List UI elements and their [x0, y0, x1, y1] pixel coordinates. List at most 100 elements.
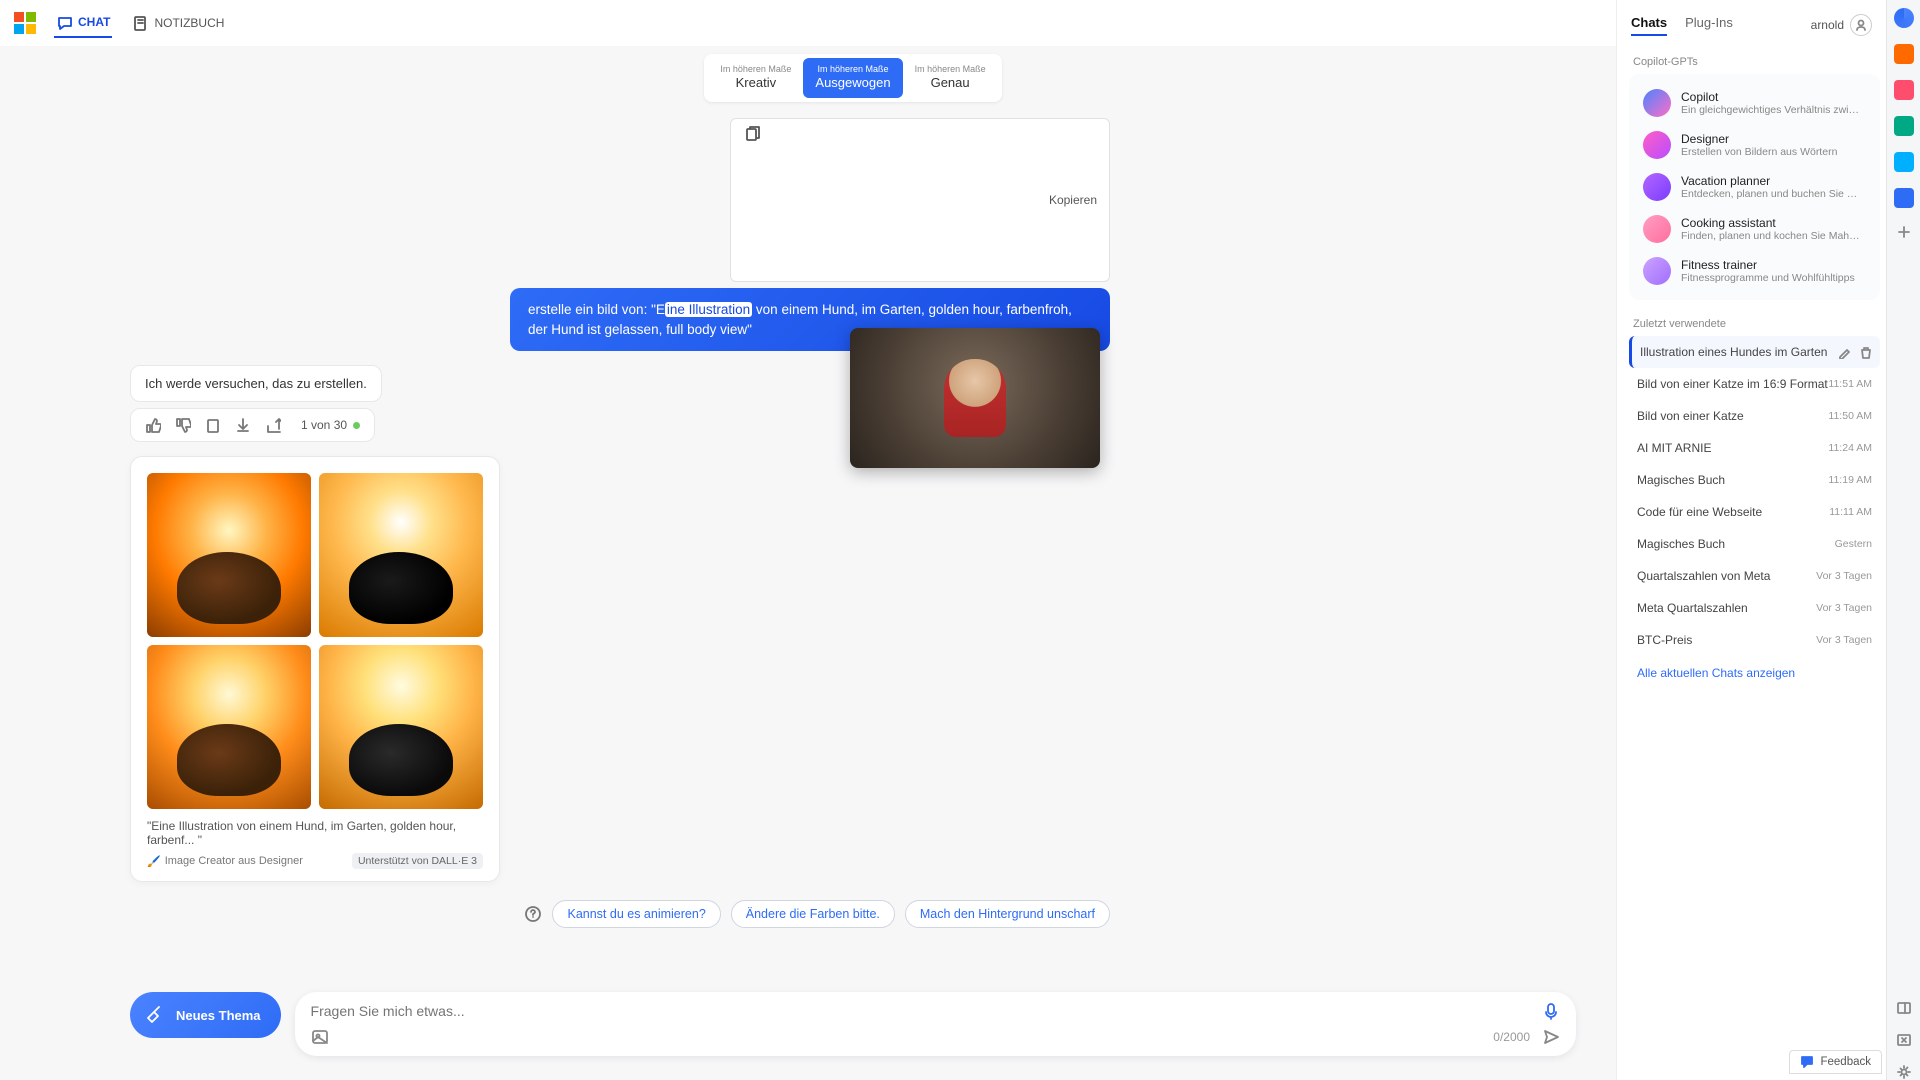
- gpt-item-3[interactable]: Cooking assistant Finden, planen und koc…: [1637, 208, 1872, 250]
- suggestions-row: Kannst du es animieren? Ändere die Farbe…: [130, 900, 1110, 928]
- download-icon[interactable]: [235, 417, 251, 433]
- mic-icon[interactable]: [1542, 1002, 1560, 1020]
- recent-item-3[interactable]: AI MIT ARNIE 11:24 AM: [1629, 432, 1880, 464]
- recent-item-4[interactable]: Magisches Buch11:19 AM: [1629, 464, 1880, 496]
- webcam-overlay: [850, 328, 1100, 468]
- generated-image-4[interactable]: [319, 645, 483, 809]
- user-menu[interactable]: arnold: [1811, 14, 1872, 36]
- gpt-icon: [1643, 173, 1671, 201]
- right-panel: Chats Plug-Ins arnold Copilot-GPTs Copil…: [1616, 0, 1886, 1080]
- gpt-item-4[interactable]: Fitness trainer Fitnessprogramme und Woh…: [1637, 250, 1872, 292]
- send-icon[interactable]: [1542, 1028, 1560, 1046]
- generated-image-2[interactable]: [319, 473, 483, 637]
- recent-item-8[interactable]: Meta Quartalszahlen Vor 3 Tagen: [1629, 592, 1880, 624]
- recent-item-5[interactable]: Code für eine Webseite11:11 AM: [1629, 496, 1880, 528]
- recent-timestamp: Gestern: [1835, 538, 1872, 550]
- style-sup: Im höheren Maße: [915, 64, 986, 74]
- recent-item-7[interactable]: Quartalszahlen von Meta Vor 3 Tagen: [1629, 560, 1880, 592]
- gpt-name: Vacation planner: [1681, 174, 1861, 188]
- gpt-name: Copilot: [1681, 90, 1861, 104]
- style-sup: Im höheren Maße: [720, 64, 791, 74]
- recent-timestamp: 11:51 AM: [1828, 378, 1872, 390]
- plus-icon[interactable]: [1896, 224, 1912, 240]
- response-actions: 1 von 30: [130, 408, 375, 442]
- new-topic-button[interactable]: Neues Thema: [130, 992, 281, 1038]
- suggestion-1[interactable]: Kannst du es animieren?: [552, 900, 720, 928]
- suggestion-3[interactable]: Mach den Hintergrund unscharf: [905, 900, 1110, 928]
- rail-search-icon[interactable]: [1894, 8, 1914, 28]
- gallery-caption: "Eine Illustration von einem Hund, im Ga…: [147, 819, 483, 847]
- creator-text: Image Creator aus Designer: [165, 855, 303, 867]
- recent-timestamp: Vor 3 Tagen: [1816, 602, 1872, 614]
- recent-item-1[interactable]: Bild von einer Katze im 16:9 Format11:51…: [1629, 368, 1880, 400]
- response-text: Ich werde versuchen, das zu erstellen.: [145, 376, 367, 391]
- rail-app-2[interactable]: [1894, 80, 1914, 100]
- rail-panel-icon[interactable]: [1896, 1000, 1912, 1016]
- section-recent-label: Zuletzt verwendete: [1633, 318, 1876, 330]
- workspace: Im höheren Maße Kreativ Im höheren Maße …: [0, 46, 1616, 992]
- tab-chats[interactable]: Chats: [1631, 15, 1667, 36]
- new-topic-label: Neues Thema: [176, 1008, 261, 1023]
- thumbs-up-icon[interactable]: [145, 417, 161, 433]
- recent-item-6[interactable]: Magisches BuchGestern: [1629, 528, 1880, 560]
- composer-area: Neues Thema 0/2000: [0, 992, 1616, 1080]
- gpt-item-1[interactable]: Designer Erstellen von Bildern aus Wörte…: [1637, 124, 1872, 166]
- recent-timestamp: 11:50 AM: [1828, 410, 1872, 422]
- feedback-icon: [1800, 1055, 1814, 1069]
- recent-title: Code für eine Webseite: [1637, 505, 1762, 519]
- composer: 0/2000: [295, 992, 1576, 1056]
- view-all-chats[interactable]: Alle aktuellen Chats anzeigen: [1629, 656, 1880, 690]
- suggestion-2[interactable]: Ändere die Farben bitte.: [731, 900, 895, 928]
- tab-notebook-label: NOTIZBUCH: [154, 16, 224, 30]
- rail-app-4[interactable]: [1894, 152, 1914, 172]
- image-input-icon[interactable]: [311, 1028, 329, 1046]
- recent-item-0[interactable]: Illustration eines Hundes im Garten: [1629, 336, 1880, 368]
- style-balanced[interactable]: Im höheren Maße Ausgewogen: [803, 58, 902, 98]
- recent-title: AI MIT ARNIE: [1637, 441, 1711, 455]
- gpt-icon: [1643, 131, 1671, 159]
- recent-title: Quartalszahlen von Meta: [1637, 569, 1770, 583]
- recent-item-2[interactable]: Bild von einer Katze11:50 AM: [1629, 400, 1880, 432]
- copy-icon[interactable]: [205, 417, 221, 433]
- feedback-label: Feedback: [1820, 1056, 1871, 1068]
- gpt-desc: Fitnessprogramme und Wohlfühltipps: [1681, 272, 1855, 284]
- copy-button[interactable]: Kopieren: [730, 118, 1110, 282]
- rail-link-icon[interactable]: [1896, 1032, 1912, 1048]
- message-input[interactable]: [311, 1003, 1532, 1019]
- gpt-item-2[interactable]: Vacation planner Entdecken, planen und b…: [1637, 166, 1872, 208]
- tab-plugins[interactable]: Plug-Ins: [1685, 15, 1733, 36]
- tab-chat[interactable]: CHAT: [54, 8, 112, 38]
- recent-item-9[interactable]: BTC-PreisVor 3 Tagen: [1629, 624, 1880, 656]
- brush-icon: 🖌️: [147, 855, 161, 868]
- gpt-item-0[interactable]: Copilot Ein gleichgewichtiges Verhältnis…: [1637, 82, 1872, 124]
- style-creative[interactable]: Im höheren Maße Kreativ: [708, 58, 803, 98]
- recent-title: Illustration eines Hundes im Garten: [1640, 345, 1827, 359]
- recent-timestamp: Vor 3 Tagen: [1816, 570, 1872, 582]
- broom-icon: [144, 1004, 166, 1026]
- share-icon[interactable]: [265, 417, 281, 433]
- thumbs-down-icon[interactable]: [175, 417, 191, 433]
- avatar: [1850, 14, 1872, 36]
- trash-icon[interactable]: [1859, 346, 1872, 359]
- pencil-icon[interactable]: [1838, 346, 1851, 359]
- rail-app-5[interactable]: [1894, 188, 1914, 208]
- gear-icon[interactable]: [1896, 1064, 1912, 1080]
- generated-image-1[interactable]: [147, 473, 311, 637]
- prompt-highlighted: ine Illustration: [665, 302, 752, 317]
- recent-title: Meta Quartalszahlen: [1637, 601, 1748, 615]
- style-precise[interactable]: Im höheren Maße Genau: [903, 58, 998, 98]
- tab-notebook[interactable]: NOTIZBUCH: [130, 9, 226, 37]
- feedback-button[interactable]: Feedback: [1789, 1050, 1882, 1074]
- recent-title: Magisches Buch: [1637, 473, 1725, 487]
- status-dot: [353, 422, 360, 429]
- recent-list: Illustration eines Hundes im Garten Bild …: [1629, 336, 1880, 656]
- generated-image-3[interactable]: [147, 645, 311, 809]
- help-icon[interactable]: [524, 905, 542, 923]
- style-label: Kreativ: [736, 75, 776, 90]
- gpt-name: Designer: [1681, 132, 1837, 146]
- rail-app-3[interactable]: [1894, 116, 1914, 136]
- copy-icon: [743, 125, 1043, 275]
- recent-timestamp: 11:24 AM: [1828, 442, 1872, 454]
- gpt-name: Cooking assistant: [1681, 216, 1861, 230]
- rail-app-1[interactable]: [1894, 44, 1914, 64]
